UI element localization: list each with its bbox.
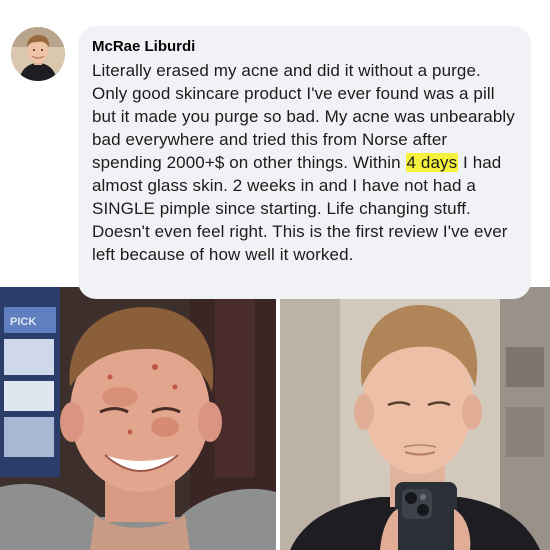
before-photo: PICK	[0, 287, 276, 550]
before-after-photos: PICK	[0, 287, 550, 550]
comment-author-name[interactable]: McRae Liburdi	[92, 38, 517, 56]
highlighted-text: 4 days	[405, 153, 459, 172]
after-photo	[280, 287, 550, 550]
review-screenshot: McRae Liburdi Literally erased my acne a…	[0, 0, 550, 550]
background-sign-text: PICK	[10, 316, 36, 328]
before-photo-image: PICK	[0, 287, 276, 550]
author-avatar[interactable]	[11, 27, 65, 81]
after-photo-image	[280, 287, 550, 550]
comment-bubble: McRae Liburdi Literally erased my acne a…	[78, 26, 531, 299]
comment-body: Literally erased my acne and did it with…	[92, 59, 517, 266]
avatar-portrait-image	[11, 27, 65, 81]
